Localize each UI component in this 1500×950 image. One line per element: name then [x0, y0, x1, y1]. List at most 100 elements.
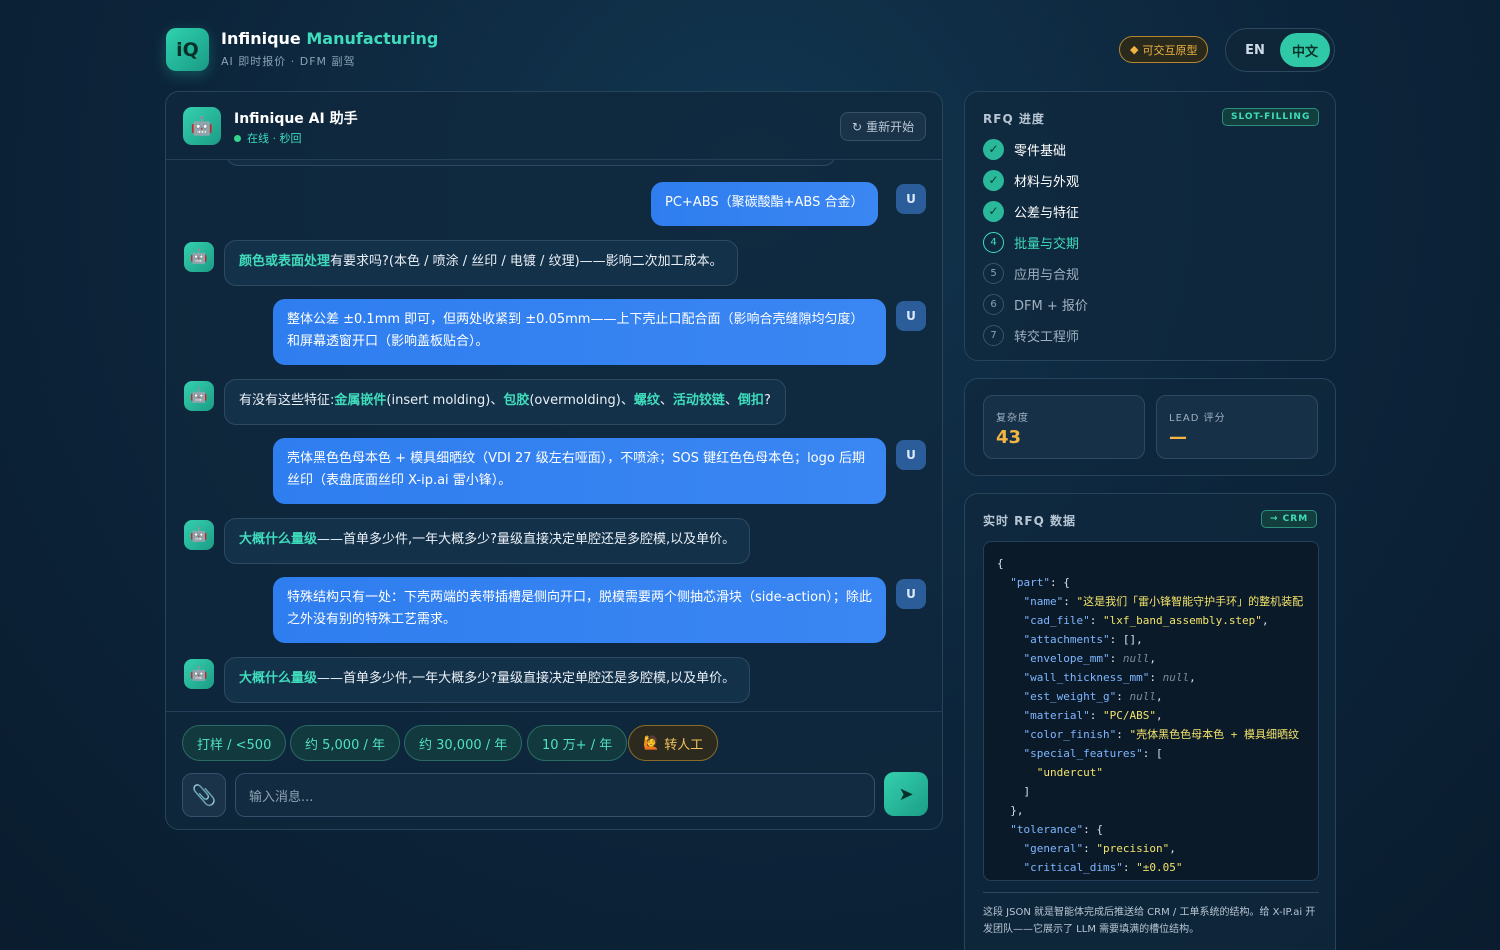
- logo: iQ: [166, 28, 209, 71]
- json-key: "est_weight_g": [1023, 690, 1117, 703]
- step-volume-leadtime: 4 批量与交期: [983, 230, 1079, 254]
- step-label: 材料与外观: [1014, 174, 1080, 190]
- lead-score-card: LEAD 评分 —: [1156, 395, 1318, 459]
- user-avatar: U: [896, 184, 926, 214]
- user-message: 整体公差 ±0.1mm 即可，但两处收紧到 ±0.05mm——上下壳止口配合面（…: [273, 299, 886, 365]
- app-header: iQ Infinique Manufacturing AI 即时报价 · DFM…: [166, 28, 1336, 72]
- step-label: 转交工程师: [1014, 329, 1080, 345]
- bot-message: 大概什么量级——首单多少件,一年大概多少?量级直接决定单腔还是多腔模,以及单价。: [224, 657, 751, 703]
- brand-subtitle: AI 即时报价 · DFM 副驾: [221, 55, 356, 68]
- diamond-icon: ◆: [1130, 43, 1139, 56]
- robot-icon: 🤖: [190, 388, 208, 404]
- json-value: null: [1122, 652, 1150, 665]
- online-status-text: 在线 · 秒回: [247, 132, 302, 145]
- highlight-text: 包胶: [503, 393, 530, 408]
- json-value: null: [1162, 671, 1190, 684]
- language-toggle: EN 中文: [1225, 28, 1335, 72]
- json-value: "precision": [1096, 842, 1170, 855]
- step-material-appearance: ✓ 材料与外观: [983, 168, 1079, 192]
- previous-message-edge: [226, 160, 836, 166]
- crm-tag[interactable]: → CRM: [1261, 510, 1318, 528]
- composer-area: 打样 / <500 约 5,000 / 年 约 30,000 / 年 10 万+…: [166, 711, 942, 829]
- json-value: "lxf_band_assembly.step": [1102, 614, 1262, 627]
- robot-icon: 🤖: [190, 527, 208, 543]
- transfer-human-label: 转人工: [664, 737, 704, 753]
- bot-message: 大概什么量级——首单多少件,一年大概多少?量级直接决定单腔还是多腔模,以及单价。: [224, 518, 751, 564]
- online-status: 在线 · 秒回: [234, 130, 302, 146]
- step-number: 7: [983, 324, 1004, 346]
- message-list[interactable]: PC+ABS（聚碳酸酯+ABS 合金） U 🤖 颜色或表面处理有要求吗?(本色 …: [166, 160, 942, 711]
- json-key: "material": [1023, 709, 1090, 722]
- complexity-value: 43: [996, 427, 1022, 448]
- lang-en-button[interactable]: EN: [1230, 33, 1280, 67]
- live-rfq-title: 实时 RFQ 数据: [983, 514, 1076, 528]
- send-button[interactable]: ➤: [884, 772, 928, 816]
- json-viewer[interactable]: { "part": { "name": "这是我们「雷小锋智能守护手环」的整机装…: [983, 541, 1319, 881]
- live-rfq-panel: 实时 RFQ 数据 → CRM { "part": { "name": "这是我…: [964, 493, 1336, 950]
- json-key: "wall_thickness_mm": [1023, 671, 1150, 684]
- json-value: []: [1122, 633, 1137, 646]
- json-value: "PC/ABS": [1102, 709, 1156, 722]
- bot-message-text: 、: [724, 393, 738, 408]
- robot-icon: 🤖: [190, 115, 214, 137]
- lead-score-label: LEAD 评分: [1169, 413, 1226, 424]
- person-icon: 🙋: [643, 735, 660, 751]
- assistant-avatar: 🤖: [183, 107, 221, 145]
- json-key: "cad_file": [1023, 614, 1090, 627]
- brand-name: Infinique Manufacturing: [221, 29, 438, 48]
- user-message: 特殊结构只有一处：下壳两端的表带插槽是侧向开口，脱模需要两个侧抽芯滑块（side…: [273, 577, 886, 643]
- json-key: "special_features": [1023, 747, 1143, 760]
- restart-button[interactable]: ↻ 重新开始: [840, 112, 927, 141]
- json-key: "general": [1023, 842, 1084, 855]
- message-input[interactable]: 输入消息...: [235, 773, 875, 817]
- paperclip-icon: 📎: [191, 783, 217, 807]
- bot-message-text: 有没有这些特征:: [239, 393, 335, 408]
- chat-header: 🤖 Infinique AI 助手 在线 · 秒回 ↻ 重新开始: [166, 92, 942, 160]
- stats-panel: 复杂度 43 LEAD 评分 —: [964, 378, 1336, 476]
- refresh-icon: ↻: [852, 119, 863, 134]
- online-dot-icon: [234, 134, 241, 142]
- bot-message-text: (insert molding)、: [386, 393, 504, 408]
- step-label: 公差与特征: [1014, 205, 1080, 221]
- attach-button[interactable]: 📎: [182, 773, 226, 817]
- json-note: 这段 JSON 就是智能体完成后推送给 CRM / 工单系统的结构。给 X-IP…: [983, 907, 1316, 935]
- highlight-text: 大概什么量级: [239, 671, 318, 686]
- step-label: DFM + 报价: [1014, 298, 1088, 314]
- transfer-human-button[interactable]: 🙋 转人工: [628, 725, 719, 761]
- step-number: 5: [983, 262, 1004, 284]
- highlight-text: 活动铰链: [672, 393, 725, 408]
- check-icon: ✓: [983, 138, 1004, 160]
- lang-zh-button[interactable]: 中文: [1280, 33, 1330, 67]
- divider: [983, 892, 1319, 893]
- quick-reply-100k[interactable]: 10 万+ / 年: [527, 725, 628, 761]
- bot-avatar: 🤖: [184, 659, 214, 689]
- robot-icon: 🤖: [190, 666, 208, 682]
- quick-reply-sample[interactable]: 打样 / <500: [182, 725, 287, 761]
- user-avatar: U: [896, 440, 926, 470]
- highlight-text: 大概什么量级: [239, 532, 318, 547]
- json-value: null: [1129, 690, 1156, 703]
- step-part-basics: ✓ 零件基础: [983, 137, 1066, 161]
- send-icon: ➤: [898, 783, 914, 805]
- user-message: PC+ABS（聚碳酸酯+ABS 合金）: [651, 182, 878, 226]
- bot-message: 颜色或表面处理有要求吗?(本色 / 喷涂 / 丝印 / 电镀 / 纹理)——影响…: [224, 240, 738, 286]
- prototype-badge-label: 可交互原型: [1142, 43, 1198, 57]
- quick-reply-30000[interactable]: 约 30,000 / 年: [404, 725, 523, 761]
- json-value: "±0.05": [1136, 861, 1183, 874]
- step-label: 零件基础: [1014, 143, 1067, 159]
- check-icon: ✓: [983, 200, 1004, 222]
- bot-message-text: 有要求吗?(本色 / 喷涂 / 丝印 / 电镀 / 纹理)——影响二次加工成本。: [330, 254, 723, 269]
- quick-reply-5000[interactable]: 约 5,000 / 年: [290, 725, 400, 761]
- step-label: 应用与合规: [1014, 267, 1080, 283]
- user-avatar: U: [896, 301, 926, 331]
- lead-score-value: —: [1169, 427, 1187, 448]
- highlight-text: 倒扣: [737, 393, 764, 408]
- step-application-compliance: 5 应用与合规: [983, 261, 1079, 285]
- bot-message-text: (overmolding)、: [529, 393, 634, 408]
- bot-message: 有没有这些特征:金属嵌件(insert molding)、包胶(overmold…: [224, 379, 786, 425]
- step-tolerance-features: ✓ 公差与特征: [983, 199, 1079, 223]
- bot-avatar: 🤖: [184, 381, 214, 411]
- bot-message-text: ——首单多少件,一年大概多少?量级直接决定单腔还是多腔模,以及单价。: [317, 671, 736, 686]
- user-message: 壳体黑色色母本色 + 模具细晒纹（VDI 27 级左右哑面），不喷涂；SOS 键…: [273, 438, 886, 504]
- json-value: "壳体黑色色母本色 + 模具细晒纹: [1129, 728, 1299, 741]
